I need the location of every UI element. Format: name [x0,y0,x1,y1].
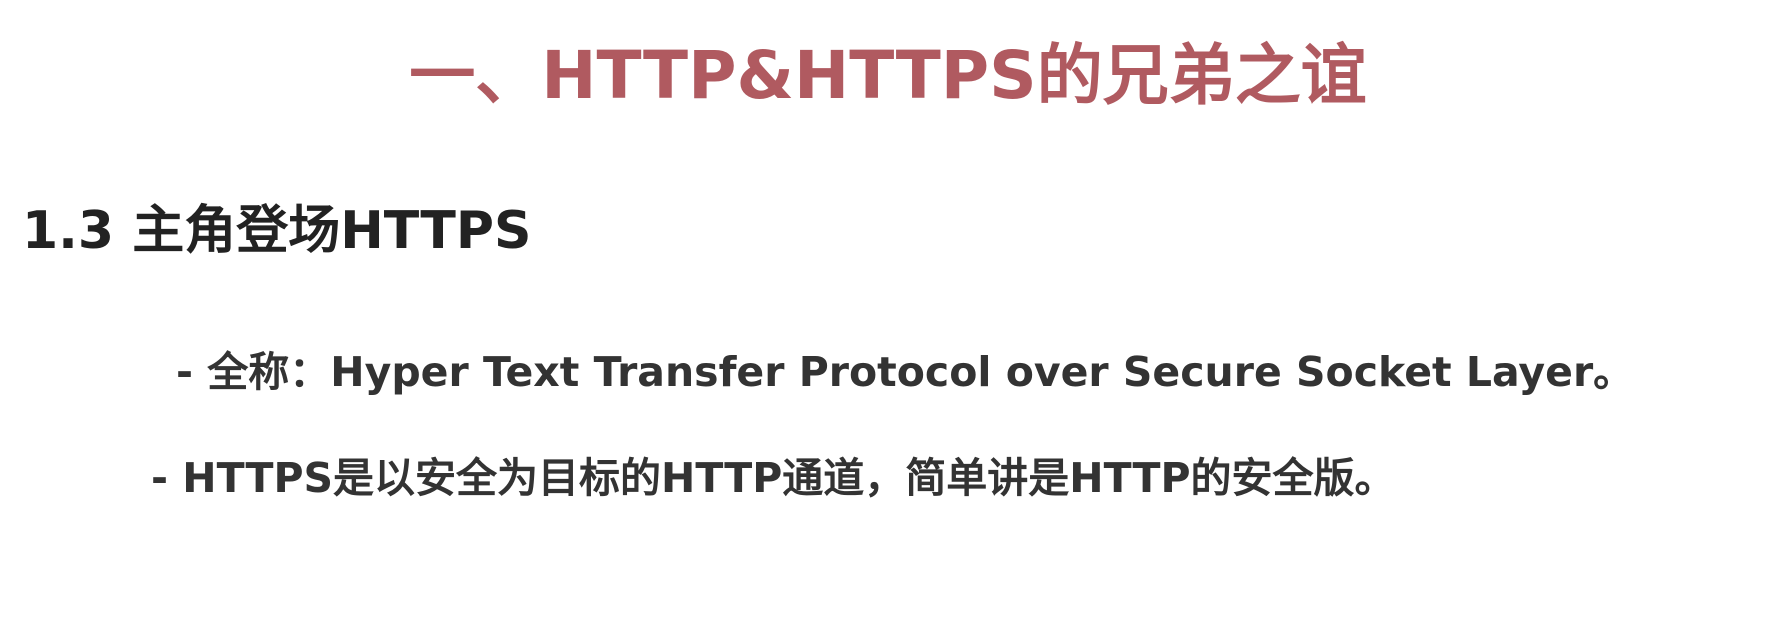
slide-title: 一、HTTP&HTTPS的兄弟之谊 [409,37,1367,114]
slide: 一、HTTP&HTTPS的兄弟之谊 1.3 主角登场HTTPS - 全称：Hyp… [0,0,1776,628]
bullet-description: - HTTPS是以安全为目标的HTTP通道，简单讲是HTTP的安全版。 [151,454,1396,502]
bullet-full-name: - 全称：Hyper Text Transfer Protocol over S… [176,348,1635,396]
section-heading: 1.3 主角登场HTTPS [22,201,532,261]
